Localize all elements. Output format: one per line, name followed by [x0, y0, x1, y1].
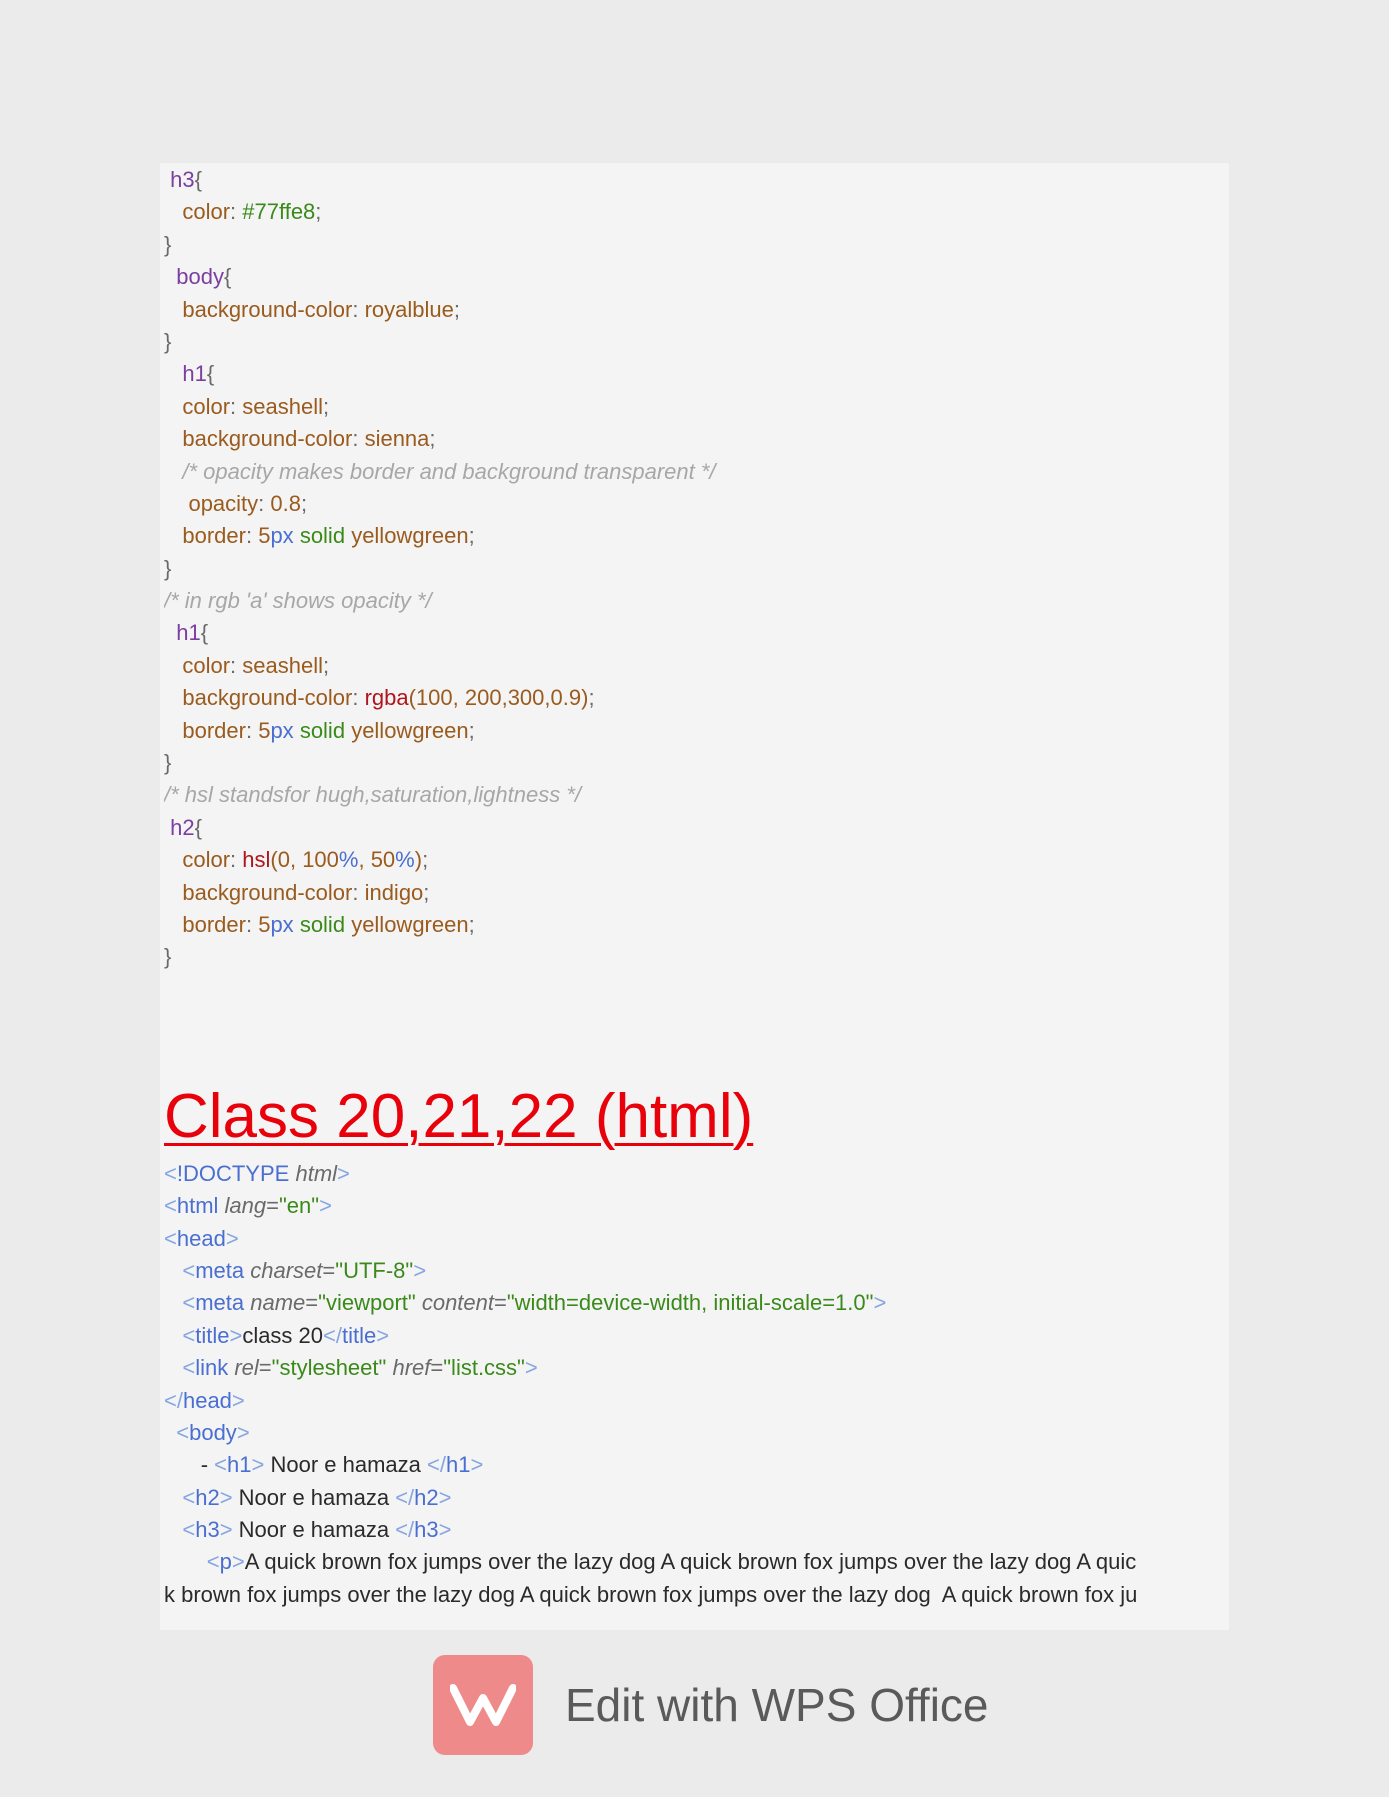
- wps-logo-icon: [433, 1655, 533, 1755]
- code-line: color: seashell;: [182, 652, 330, 678]
- code-line: k brown fox jumps over the lazy dog A qu…: [164, 1581, 1138, 1607]
- code-line: <head>: [164, 1225, 239, 1251]
- code-line: background-color: sienna;: [182, 426, 436, 452]
- wps-watermark[interactable]: Edit with WPS Office: [433, 1655, 989, 1755]
- code-line: <h3> Noor e hamaza </h3>: [182, 1517, 452, 1543]
- code-line: color: #77ffe8;: [182, 199, 322, 225]
- code-line: <html lang="en">: [164, 1193, 332, 1219]
- code-line: h1{: [182, 361, 215, 387]
- code-line: </head>: [164, 1387, 245, 1413]
- code-line: }: [164, 231, 172, 257]
- code-line: - <h1> Noor e hamaza </h1>: [200, 1452, 484, 1478]
- code-line: }: [164, 944, 172, 970]
- section-heading: Class 20,21,22 (html): [164, 1081, 754, 1151]
- code-line: <link rel="stylesheet" href="list.css">: [182, 1355, 538, 1381]
- wps-w-glyph: [450, 1684, 516, 1726]
- code-line: background-color: rgba(100, 200,300,0.9)…: [182, 685, 595, 711]
- code-line: <h2> Noor e hamaza </h2>: [182, 1484, 452, 1510]
- code-line: }: [164, 750, 172, 776]
- code-line: color: seashell;: [182, 393, 330, 419]
- code-line: }: [164, 328, 172, 354]
- code-line: body{: [176, 264, 232, 290]
- wps-edit-label: Edit with WPS Office: [565, 1679, 989, 1731]
- code-line: h3{: [170, 167, 202, 192]
- code-line: background-color: indigo;: [182, 879, 430, 905]
- code-line: <title>class 20</title>: [182, 1322, 390, 1348]
- code-line: opacity: 0.8;: [188, 490, 308, 516]
- code-line: background-color: royalblue;: [182, 296, 460, 322]
- document-page: h3{ color: #77ffe8; } body{ background-c…: [160, 163, 1229, 1630]
- code-line: border: 5px solid yellowgreen;: [182, 523, 475, 549]
- code-line: h2{: [170, 814, 202, 840]
- code-line: <p>A quick brown fox jumps over the lazy…: [206, 1549, 1137, 1575]
- code-line: /* in rgb 'a' shows opacity */: [164, 588, 432, 614]
- code-line: }: [164, 555, 172, 581]
- code-line: <body>: [176, 1419, 250, 1445]
- code-line: <meta charset="UTF-8">: [182, 1257, 427, 1283]
- css-code-block: h3{ color: #77ffe8; } body{ background-c…: [164, 164, 1229, 1611]
- code-line: color: hsl(0, 100%, 50%);: [182, 847, 429, 873]
- code-line: border: 5px solid yellowgreen;: [182, 717, 475, 743]
- code-line: /* hsl standsfor hugh,saturation,lightne…: [164, 782, 582, 808]
- code-line: border: 5px solid yellowgreen;: [182, 911, 475, 937]
- code-line: <!DOCTYPE html>: [164, 1160, 350, 1186]
- code-line: h1{: [176, 620, 209, 646]
- code-line: <meta name="viewport" content="width=dev…: [182, 1290, 887, 1316]
- code-line: /* opacity makes border and background t…: [182, 458, 716, 484]
